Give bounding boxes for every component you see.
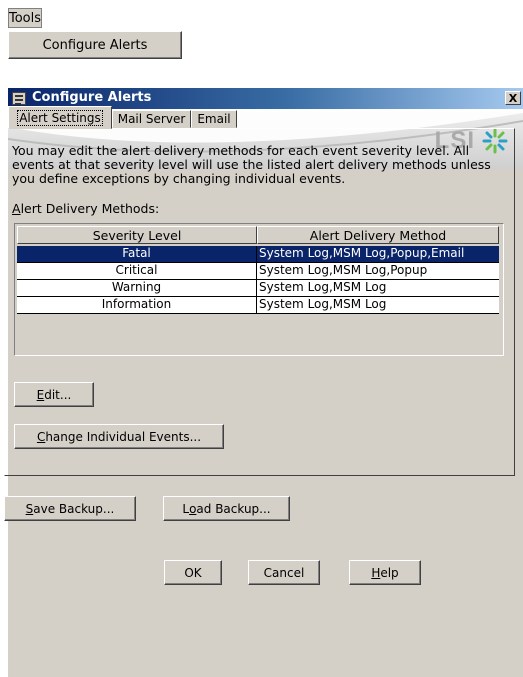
severity-cell: Critical [17,263,257,280]
change-individual-events-button[interactable]: Change Individual Events... [14,424,224,449]
column-header-severity[interactable]: Severity Level [17,226,257,244]
severity-cell: Information [17,297,257,314]
column-header-delivery-method[interactable]: Alert Delivery Method [257,226,499,244]
method-cell: System Log,MSM Log,Popup [257,263,499,280]
tools-menu[interactable]: Tools [8,8,42,28]
table-row[interactable]: Warning System Log,MSM Log [17,280,499,297]
severity-cell: Fatal [17,246,257,263]
severity-cell: Warning [17,280,257,297]
edit-button[interactable]: Edit... [14,382,94,407]
table-row[interactable]: Information System Log,MSM Log [17,297,499,314]
tab-alert-settings-label: Alert Settings [17,109,103,126]
table-row[interactable]: Critical System Log,MSM Log,Popup [17,263,499,280]
dialog-title: Configure Alerts [32,90,152,105]
alert-delivery-methods-label: Alert Delivery Methods: [12,201,160,216]
configure-alerts-menu-item[interactable]: Configure Alerts [8,31,182,59]
tab-mail-server[interactable]: Mail Server [112,110,191,128]
tab-alert-settings[interactable]: Alert Settings [8,106,112,129]
close-icon[interactable]: X [505,91,521,105]
method-cell: System Log,MSM Log [257,280,499,297]
tab-email[interactable]: Email [191,110,237,128]
cancel-button[interactable]: Cancel [248,560,320,585]
alert-delivery-table: Severity Level Alert Delivery Method Fat… [14,223,504,356]
table-row[interactable]: Fatal System Log,MSM Log,Popup,Email [17,246,499,263]
description-text: You may edit the alert delivery methods … [12,143,491,186]
save-backup-button[interactable]: Save Backup... [4,496,136,521]
help-button[interactable]: Help [349,560,421,585]
ok-button[interactable]: OK [164,560,222,585]
load-backup-button[interactable]: Lo ad Backup... [163,496,290,521]
method-cell: System Log,MSM Log,Popup,Email [257,246,499,263]
app-icon [12,92,26,105]
method-cell: System Log,MSM Log [257,297,499,314]
